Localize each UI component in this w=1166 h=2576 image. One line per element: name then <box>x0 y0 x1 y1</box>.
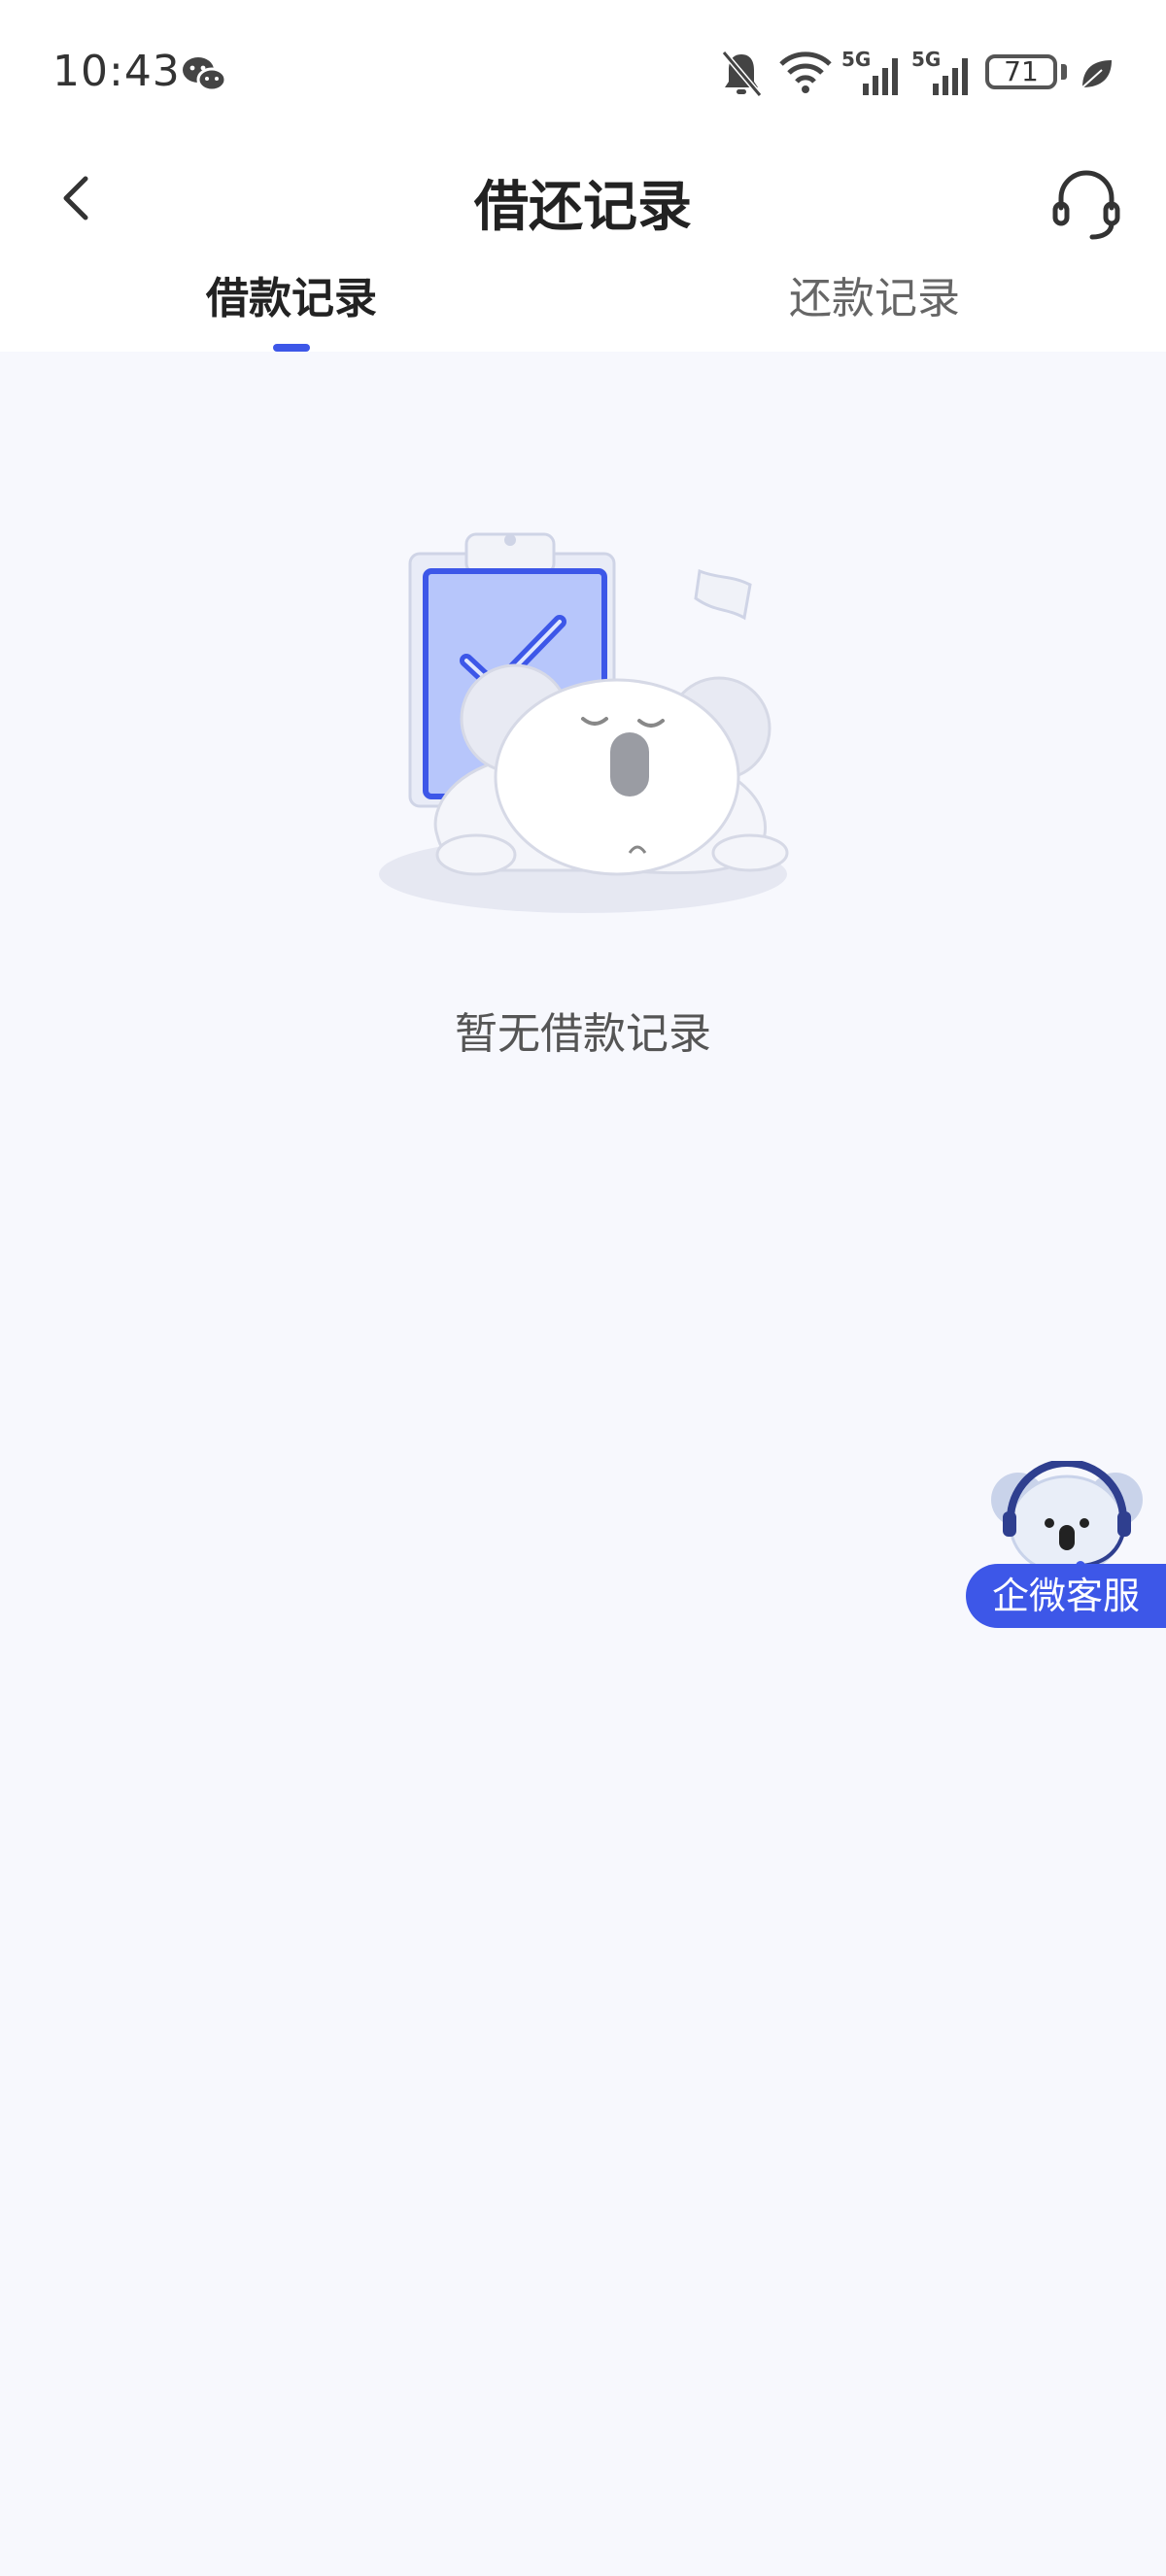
wecom-service-label: 企微客服 <box>966 1564 1166 1628</box>
tab-label: 还款记录 <box>789 274 960 323</box>
wifi-icon <box>779 51 832 93</box>
record-tabs: 借款记录 还款记录 <box>0 262 1166 352</box>
status-bar: 10:43 5G 5G 71 <box>0 0 1166 146</box>
header: 借还记录 借款记录 还款记录 <box>0 146 1166 352</box>
wecom-service-button[interactable]: 企微客服 <box>966 1461 1166 1632</box>
wechat-icon <box>183 57 227 92</box>
empty-state-message: 暂无借款记录 <box>455 1009 711 1059</box>
tab-borrow-records[interactable]: 借款记录 <box>97 262 486 352</box>
battery-tip <box>1061 64 1067 80</box>
tab-repay-records[interactable]: 还款记录 <box>680 262 1069 352</box>
network-label-1: 5G <box>841 48 871 71</box>
empty-state-illustration <box>379 532 789 913</box>
tab-active-indicator <box>273 344 310 352</box>
status-time: 10:43 <box>52 47 181 96</box>
headset-icon[interactable] <box>1047 165 1125 243</box>
mute-bell-icon <box>721 51 763 97</box>
battery-icon: 71 <box>985 54 1057 89</box>
network-label-2: 5G <box>911 48 941 71</box>
leaf-icon <box>1081 60 1112 88</box>
signal-icon: 5G <box>841 48 898 95</box>
signal-icon: 5G <box>911 48 968 95</box>
tab-label: 借款记录 <box>206 274 377 323</box>
page-title: 借还记录 <box>474 176 692 239</box>
